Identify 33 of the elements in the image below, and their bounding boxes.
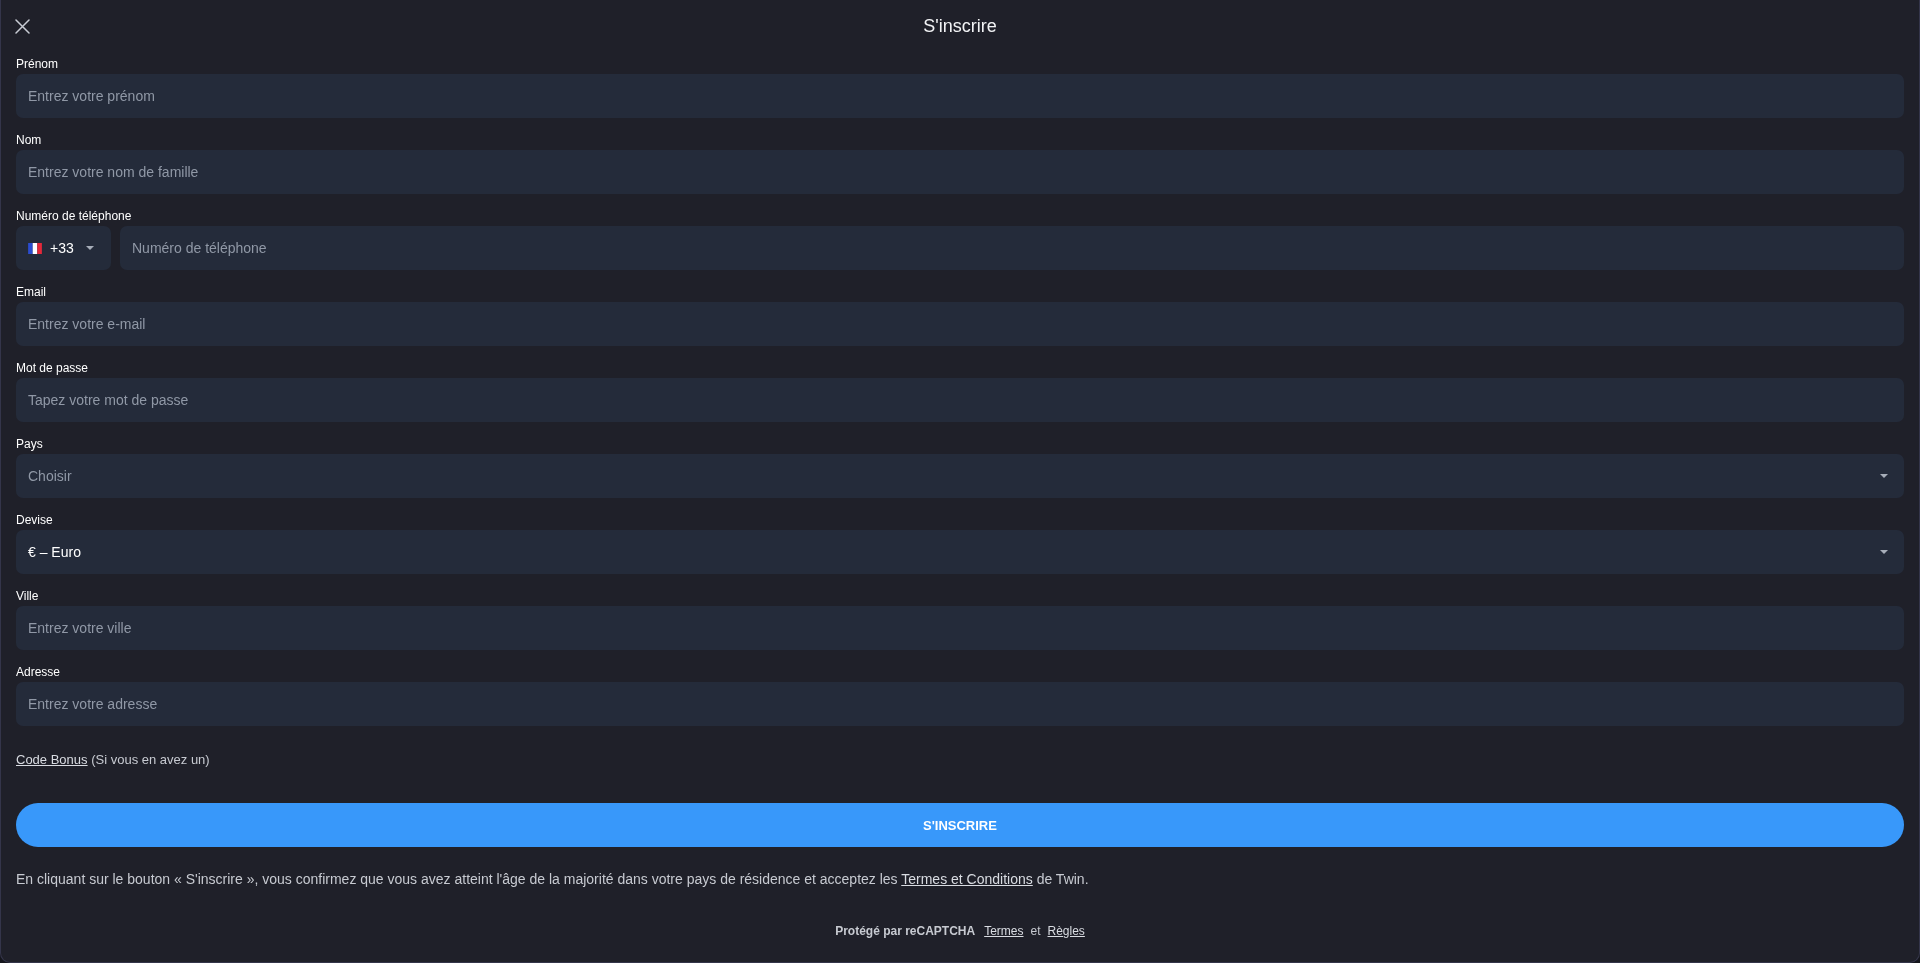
- field-label: Adresse: [16, 664, 61, 680]
- caret-icon: [1880, 474, 1888, 478]
- input-field[interactable]: Entrez votre nom de famille: [16, 150, 1904, 194]
- field-label: Numéro de téléphone: [16, 208, 132, 224]
- terms-conditions-link[interactable]: Termes et Conditions: [901, 871, 1033, 887]
- rules-link[interactable]: Règles: [1047, 924, 1085, 939]
- field-label: Devise: [16, 512, 53, 528]
- dropdown-field[interactable]: € – Euro: [16, 530, 1904, 574]
- field-label: Pays: [16, 436, 43, 452]
- input-field[interactable]: Entrez votre e-mail: [16, 302, 1904, 346]
- bonus-code-link[interactable]: Code Bonus: [16, 752, 88, 767]
- terms-link[interactable]: Termes: [984, 924, 1024, 939]
- phone-number-field[interactable]: Numéro de téléphone: [120, 226, 1904, 270]
- consent-text: En cliquant sur le bouton « S'inscrire », vous confirmez que vous avez atteint l'âge de la majorité dans votre pays de résidence et acceptez les Termes et Conditions de Twin.: [16, 871, 1089, 888]
- country-code-select[interactable]: +33: [16, 226, 111, 270]
- input-field[interactable]: Entrez votre ville: [16, 606, 1904, 650]
- input-field[interactable]: Entrez votre prénom: [16, 74, 1904, 118]
- dropdown-field[interactable]: Choisir: [16, 454, 1904, 498]
- recaptcha-text: Protégé par reCAPTCHA: [835, 924, 976, 939]
- bonus-code-hint: Code Bonus (Si vous en avez un): [16, 752, 210, 768]
- close-icon[interactable]: [15, 18, 30, 34]
- field-label: Nom: [16, 132, 42, 148]
- conjunction-text: et: [1030, 924, 1041, 939]
- field-label: Ville: [16, 588, 39, 604]
- password-field[interactable]: Tapez votre mot de passe: [16, 378, 1904, 422]
- caret-icon: [1880, 550, 1888, 554]
- flag-icon: [28, 242, 42, 254]
- caret-icon: [85, 246, 94, 250]
- field-label: Mot de passe: [16, 360, 89, 376]
- input-field[interactable]: Entrez votre adresse: [16, 682, 1904, 726]
- dialog-title: S'inscrire: [923, 15, 997, 37]
- field-label: Prénom: [16, 56, 59, 72]
- field-label: Email: [16, 284, 46, 300]
